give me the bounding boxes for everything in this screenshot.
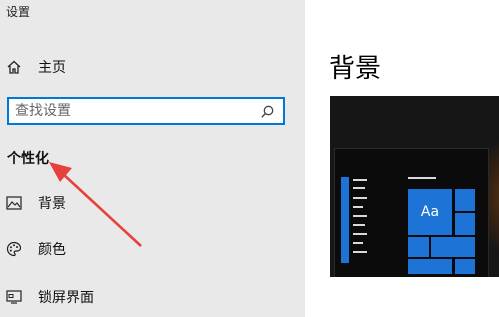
nav-home-label: 主页 <box>38 60 66 76</box>
search-icon[interactable] <box>260 104 275 123</box>
preview-tile <box>455 213 475 235</box>
preview-line <box>353 187 365 189</box>
preview-tile <box>455 259 475 274</box>
section-heading-personalization: 个性化 <box>7 151 49 167</box>
preview-line <box>353 242 363 244</box>
nav-colors-label: 颜色 <box>38 242 66 258</box>
preview-line <box>353 179 367 181</box>
preview-line <box>353 251 367 253</box>
preview-aa-tile: Aa <box>408 189 452 235</box>
preview-tile <box>431 237 475 257</box>
preview-line <box>353 233 367 235</box>
nav-lock-screen-label: 锁屏界面 <box>38 290 94 306</box>
home-icon <box>6 59 28 75</box>
search-input[interactable] <box>9 99 255 123</box>
palette-icon <box>6 241 28 257</box>
preview-tile <box>408 259 452 274</box>
preview-group-header <box>408 177 436 179</box>
preview-start-menu: Aa <box>334 148 489 277</box>
nav-colors[interactable]: 颜色 <box>6 236 66 262</box>
settings-sidebar: 设置 主页 个性化 背景 颜色 锁屏界面 <box>0 0 305 317</box>
search-box[interactable] <box>7 97 285 125</box>
preview-tile <box>408 237 429 257</box>
nav-lock-screen[interactable]: 锁屏界面 <box>6 284 94 310</box>
image-icon <box>6 196 28 210</box>
background-preview: Aa <box>330 96 499 277</box>
preview-app-list <box>341 177 349 263</box>
page-title: 背景 <box>329 54 382 84</box>
preview-line <box>353 215 367 217</box>
nav-background-label: 背景 <box>38 196 66 212</box>
lock-screen-icon <box>6 290 28 304</box>
preview-line <box>353 197 367 199</box>
preview-line <box>353 224 365 226</box>
window-title: 设置 <box>6 5 31 19</box>
nav-home[interactable]: 主页 <box>6 54 66 80</box>
nav-background[interactable]: 背景 <box>6 190 66 216</box>
preview-line <box>353 206 363 208</box>
preview-tile <box>455 189 475 211</box>
